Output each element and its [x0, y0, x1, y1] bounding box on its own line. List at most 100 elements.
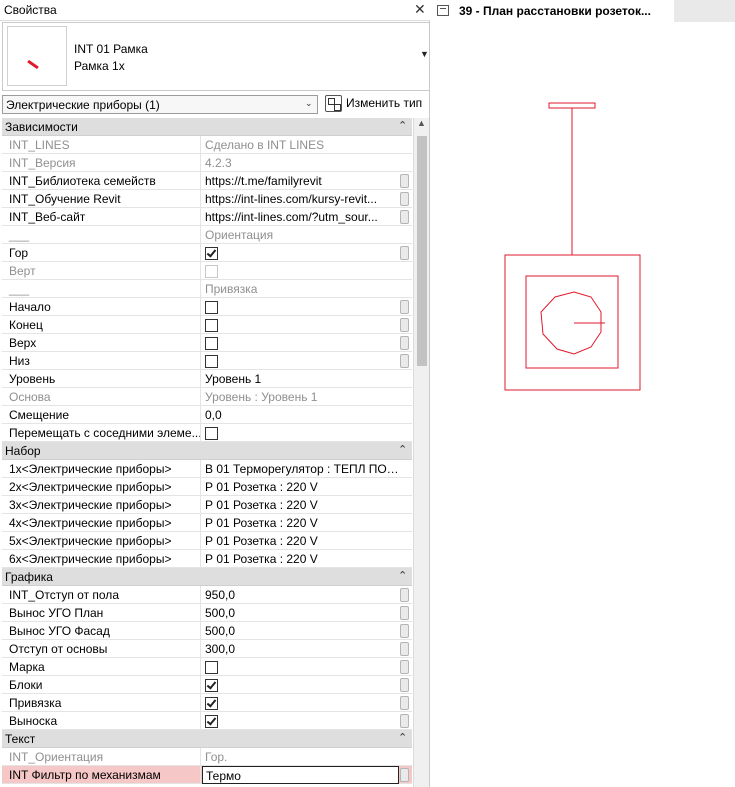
property-group-header[interactable]: Текст ⌃ — [2, 730, 412, 748]
collapse-icon[interactable]: ⌃ — [398, 119, 407, 132]
associate-parameter-button[interactable] — [400, 624, 409, 638]
collapse-icon[interactable]: ⌃ — [398, 731, 407, 744]
associate-parameter-button[interactable] — [400, 696, 409, 710]
property-value[interactable]: В 01 Терморегулятор : ТЕПЛ ПОЛ... — [202, 460, 399, 478]
property-group-header[interactable]: Графика ⌃ — [2, 568, 412, 586]
scrollbar-thumb[interactable] — [417, 136, 427, 366]
property-row: Конец — [2, 316, 412, 334]
associate-parameter-button[interactable] — [400, 606, 409, 620]
property-value[interactable] — [202, 712, 399, 730]
property-value[interactable] — [202, 658, 399, 676]
property-value[interactable]: Р 01 Розетка : 220 V — [202, 550, 399, 568]
group-title: Текст — [5, 732, 36, 746]
associate-parameter-button[interactable] — [400, 660, 409, 674]
scroll-up-icon[interactable]: ▲ — [417, 118, 426, 128]
associate-parameter-button[interactable] — [400, 714, 409, 728]
view-tab[interactable]: 39 - План расстановки розеток... — [431, 0, 674, 22]
edit-type-button[interactable]: Изменить тип — [323, 94, 430, 114]
property-checkbox[interactable] — [205, 427, 218, 440]
property-row: Основа Уровень : Уровень 1 — [2, 388, 412, 406]
property-value[interactable] — [202, 298, 399, 316]
property-checkbox[interactable] — [205, 319, 218, 332]
property-row: INT_Библиотека семейств https://t.me/fami… — [2, 172, 412, 190]
associate-parameter-button[interactable] — [400, 246, 409, 260]
associate-parameter-button[interactable] — [400, 210, 409, 224]
property-row: Перемещать с соседними элеме... — [2, 424, 412, 442]
properties-scrollbar[interactable]: ▲ — [413, 118, 429, 787]
property-name: INT_Библиотека семейств — [2, 172, 201, 190]
property-value[interactable] — [202, 334, 399, 352]
property-value[interactable]: Р 01 Розетка : 220 V — [202, 496, 399, 514]
associate-parameter-button[interactable] — [400, 336, 409, 350]
associate-parameter-button[interactable] — [400, 678, 409, 692]
property-value[interactable]: Р 01 Розетка : 220 V — [202, 532, 399, 550]
tab-bar-empty — [674, 0, 735, 22]
property-row: INT_LINES Сделано в INT LINES — [2, 136, 412, 154]
property-checkbox[interactable] — [205, 355, 218, 368]
collapse-icon[interactable]: ⌃ — [398, 443, 407, 456]
property-name: Отступ от основы — [2, 640, 201, 658]
property-row: INT Фильтр по механизмам Термо — [2, 766, 412, 784]
property-value[interactable]: 500,0 — [202, 604, 399, 622]
property-name: Привязка — [2, 694, 201, 712]
property-checkbox[interactable] — [205, 697, 218, 710]
property-checkbox[interactable] — [205, 337, 218, 350]
property-value[interactable]: 500,0 — [202, 622, 399, 640]
collapse-icon[interactable]: ⌃ — [398, 569, 407, 582]
property-row: INT_Ориентация Гор. — [2, 748, 412, 766]
associate-parameter-button[interactable] — [400, 318, 409, 332]
associate-parameter-button[interactable] — [400, 354, 409, 368]
type-selector[interactable]: INT 01 Рамка Рамка 1x ▼ — [2, 22, 430, 91]
property-value — [202, 262, 399, 280]
associate-parameter-button[interactable] — [400, 642, 409, 656]
property-value[interactable] — [202, 244, 399, 262]
property-value[interactable]: Р 01 Розетка : 220 V — [202, 478, 399, 496]
associate-parameter-button[interactable] — [400, 174, 409, 188]
associate-parameter-button[interactable] — [400, 768, 409, 782]
associate-parameter-button[interactable] — [400, 300, 409, 314]
property-value[interactable] — [202, 676, 399, 694]
property-value[interactable]: Термо — [202, 766, 399, 784]
property-value[interactable] — [202, 316, 399, 334]
tag-bar — [548, 102, 596, 109]
property-value[interactable]: 300,0 — [202, 640, 399, 658]
property-name: Низ — [2, 352, 201, 370]
element-filter-dropdown[interactable]: Электрические приборы (1) ⌄ — [2, 95, 318, 114]
property-value[interactable] — [202, 424, 399, 442]
property-checkbox[interactable] — [205, 301, 218, 314]
edit-type-icon — [325, 95, 342, 112]
check-icon — [206, 715, 217, 726]
property-group-header[interactable]: Зависимости ⌃ — [2, 118, 412, 136]
property-value[interactable]: Р 01 Розетка : 220 V — [202, 514, 399, 532]
property-checkbox[interactable] — [205, 661, 218, 674]
preview-mark — [27, 59, 39, 70]
property-value[interactable]: https://int-lines.com/kursy-revit... — [202, 190, 399, 208]
chevron-down-icon[interactable]: ▼ — [420, 49, 429, 59]
property-row: INT_Отступ от пола 950,0 — [2, 586, 412, 604]
property-value[interactable] — [202, 694, 399, 712]
property-checkbox[interactable] — [205, 715, 218, 728]
type-sub-name: Рамка 1x — [74, 59, 125, 73]
drawing-canvas[interactable] — [431, 22, 735, 787]
property-value[interactable]: Уровень 1 — [202, 370, 399, 388]
close-icon[interactable]: ✕ — [414, 1, 426, 18]
property-name: ___ — [2, 280, 201, 298]
property-row: Выноска — [2, 712, 412, 730]
edit-type-label: Изменить тип — [346, 96, 423, 110]
property-checkbox[interactable] — [205, 247, 218, 260]
property-value[interactable] — [202, 352, 399, 370]
property-name: Уровень — [2, 370, 201, 388]
property-row: 5x<Электрические приборы> Р 01 Розетка : … — [2, 532, 412, 550]
property-value[interactable]: https://t.me/familyrevit — [202, 172, 399, 190]
property-value[interactable]: https://int-lines.com/?utm_sour... — [202, 208, 399, 226]
property-name: Выноска — [2, 712, 201, 730]
associate-parameter-button[interactable] — [400, 192, 409, 206]
associate-parameter-button[interactable] — [400, 588, 409, 602]
property-group-header[interactable]: Набор ⌃ — [2, 442, 412, 460]
property-value[interactable]: 950,0 — [202, 586, 399, 604]
property-value[interactable]: 0,0 — [202, 406, 399, 424]
property-checkbox[interactable] — [205, 679, 218, 692]
group-title: Набор — [5, 444, 41, 458]
property-value: Уровень : Уровень 1 — [205, 390, 318, 404]
property-name: INT_Обучение Revit — [2, 190, 201, 208]
